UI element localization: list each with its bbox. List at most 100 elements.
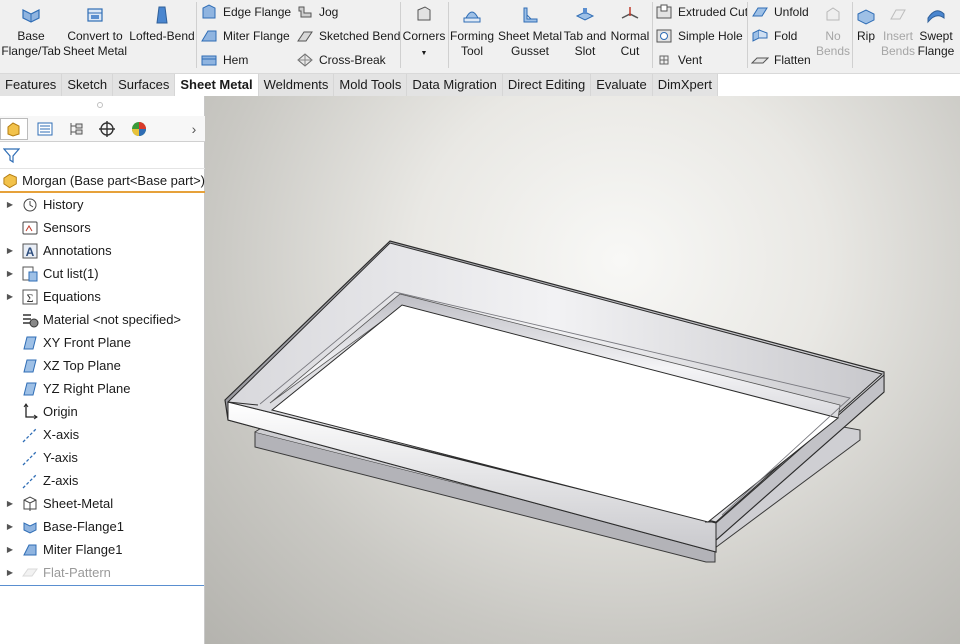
tree-item-yz-right-plane[interactable]: YZ Right Plane [0, 377, 205, 400]
tree-item-z-axis[interactable]: Z-axis [0, 469, 205, 492]
base-flange-icon [23, 521, 37, 534]
panel-resize-grip[interactable] [97, 102, 103, 108]
expand-arrow-icon[interactable]: ▶ [4, 499, 16, 508]
tree-item-flat-pattern[interactable]: ▶ Flat-Pattern [0, 561, 205, 584]
tab-display-manager[interactable] [125, 118, 153, 140]
tree-item-xy-front-plane[interactable]: XY Front Plane [0, 331, 205, 354]
expand-arrow-icon[interactable]: ▶ [4, 522, 16, 531]
flatten-button[interactable]: Flatten [751, 49, 811, 71]
tab-sketch[interactable]: Sketch [62, 74, 114, 96]
rip-button[interactable]: Rip [853, 2, 879, 70]
tree-item-x-axis[interactable]: X-axis [0, 423, 205, 446]
tree-item-history[interactable]: ▶ History [0, 193, 205, 216]
fold-button[interactable]: Fold [751, 25, 797, 47]
tree-item-material-not-specified[interactable]: Material <not specified> [0, 308, 205, 331]
tab-surfaces[interactable]: Surfaces [113, 74, 176, 96]
tree-item-y-axis[interactable]: Y-axis [0, 446, 205, 469]
tree-item-miter-flange1[interactable]: ▶ Miter Flange1 [0, 538, 205, 561]
sketched-bend-button[interactable]: Sketched Bend [296, 25, 400, 47]
expand-arrow-icon[interactable]: ▶ [4, 545, 16, 554]
sheet-metal-gusset-button[interactable]: Sheet Metal Gusset [497, 2, 563, 70]
lofted-bend-button[interactable]: Lofted-Bend [129, 2, 195, 70]
ribbon-separator [652, 2, 653, 68]
tree-item-cut-list-1[interactable]: ▶ Cut list(1) [0, 262, 205, 285]
vent-icon [659, 55, 669, 65]
tree-item-label: X-axis [43, 427, 80, 442]
sensor-icon [22, 221, 38, 234]
tab-data-migration[interactable]: Data Migration [407, 74, 503, 96]
unfold-button[interactable]: Unfold [751, 1, 809, 23]
tab-weldments[interactable]: Weldments [258, 74, 335, 96]
expand-arrow-icon[interactable]: ▶ [4, 200, 16, 209]
corners-icon [417, 6, 431, 21]
tab-configuration-manager[interactable] [62, 118, 90, 140]
tab-features[interactable]: Features [0, 74, 63, 96]
tab-feature-manager[interactable] [0, 118, 28, 140]
tree-item-annotations[interactable]: ▶ A Annotations [0, 239, 205, 262]
expand-arrow-icon[interactable]: ▶ [4, 292, 16, 301]
tab-direct-editing[interactable]: Direct Editing [502, 74, 592, 96]
tab-mold-tools[interactable]: Mold Tools [334, 74, 408, 96]
expand-arrow-icon[interactable]: ▶ [4, 269, 16, 278]
rip-icon [857, 9, 875, 25]
tab-and-slot-button[interactable]: Tab and Slot [563, 2, 607, 70]
tab-property-manager[interactable] [31, 118, 59, 140]
no-bends-button[interactable]: No Bends [814, 2, 852, 70]
manager-tabs-expand-arrow[interactable]: › [187, 119, 201, 139]
tree-item-sheet-metal[interactable]: ▶ Sheet-Metal [0, 492, 205, 515]
tree-item-label: XZ Top Plane [43, 358, 121, 373]
corners-dropdown-arrow[interactable]: ▼ [421, 48, 428, 60]
sheet-metal-tray-model[interactable] [205, 96, 960, 644]
normal-cut-icon [621, 7, 639, 19]
tab-sheet-metal[interactable]: Sheet Metal [175, 74, 259, 96]
corners-button[interactable]: Corners ▼ [402, 2, 446, 70]
normal-cut-button[interactable]: Normal Cut [608, 2, 652, 70]
base-flange-button[interactable]: Base Flange/Tab [1, 2, 61, 70]
extruded-cut-button[interactable]: Extruded Cut [655, 1, 748, 23]
jog-button[interactable]: Jog [296, 1, 338, 23]
insert-bends-button[interactable]: Insert Bends [879, 2, 917, 70]
panel-bottom-rule [0, 585, 204, 586]
edge-flange-button[interactable]: Edge Flange [200, 1, 291, 23]
tree-item-origin[interactable]: Origin [0, 400, 205, 423]
swept-flange-button[interactable]: Swept Flange [916, 2, 956, 70]
convert-to-sheet-metal-button[interactable]: Convert to Sheet Metal [62, 2, 128, 70]
expand-arrow-icon[interactable]: ▶ [4, 568, 16, 577]
plane-icon [23, 359, 37, 372]
filter-icon[interactable] [3, 147, 20, 164]
tab-dimxpert-manager[interactable] [93, 118, 121, 140]
part-icon [3, 173, 17, 188]
forming-tool-button[interactable]: Forming Tool [449, 2, 495, 70]
tree-item-label: Flat-Pattern [43, 565, 111, 580]
fold-icon [752, 29, 768, 42]
swept-flange-icon [927, 10, 945, 24]
tree-item-equations[interactable]: ▶ Σ Equations [0, 285, 205, 308]
feature-manager-icon [7, 122, 20, 137]
gusset-icon [523, 7, 538, 23]
axis-icon [22, 450, 38, 465]
ribbon-separator [400, 2, 401, 68]
tree-root-part[interactable]: Morgan (Base part<Base part>) [0, 170, 205, 193]
hem-button[interactable]: Hem [200, 49, 248, 71]
ribbon-separator [747, 2, 748, 68]
plane-icon [23, 336, 37, 349]
miter-flange-button[interactable]: Miter Flange [200, 25, 290, 47]
miter-flange-icon [23, 544, 37, 555]
graphics-viewport[interactable] [205, 96, 960, 644]
history-icon [23, 198, 37, 211]
tree-item-xz-top-plane[interactable]: XZ Top Plane [0, 354, 205, 377]
expand-arrow-icon[interactable]: ▶ [4, 246, 16, 255]
plane-icon [23, 382, 37, 395]
base-flange-icon [22, 9, 40, 23]
cross-break-button[interactable]: Cross-Break [296, 49, 386, 71]
tree-item-base-flange1[interactable]: ▶ Base-Flange1 [0, 515, 205, 538]
vent-button[interactable]: Vent [655, 49, 702, 71]
no-bends-icon [826, 7, 840, 21]
simple-hole-button[interactable]: Simple Hole [655, 25, 743, 47]
tab-dimxpert[interactable]: DimXpert [652, 74, 718, 96]
tree-item-label: Z-axis [43, 473, 79, 488]
tab-evaluate[interactable]: Evaluate [591, 74, 653, 96]
tree-item-label: YZ Right Plane [43, 381, 131, 396]
tree-item-sensors[interactable]: Sensors [0, 216, 205, 239]
sheet-metal-icon [23, 495, 37, 511]
